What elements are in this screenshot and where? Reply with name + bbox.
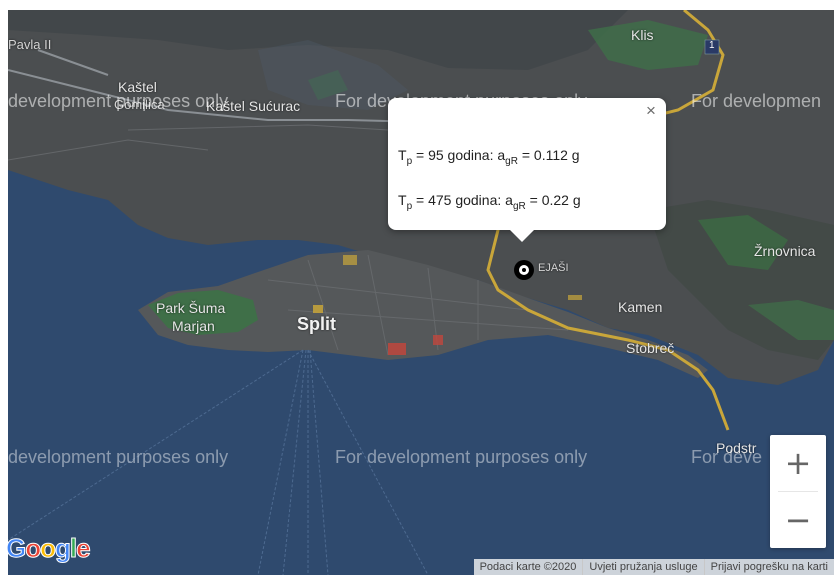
line2-prefix: T — [398, 192, 407, 208]
info-window-tail — [510, 230, 534, 242]
route-shield-label: 1 — [709, 40, 715, 51]
map-view[interactable]: Pavla II Klis Kaštel Gomilica Kaštel Suć… — [8, 10, 834, 575]
line1-value: = 0.112 g — [517, 147, 580, 163]
zoom-control: + − — [770, 435, 826, 548]
report-error-link[interactable]: Prijavi pogrešku na karti — [703, 559, 834, 575]
place-label-split: Split — [297, 314, 336, 334]
line2-subscript-agr: gR — [512, 201, 526, 212]
return-period-95-line: Tp = 95 godina: agR = 0.112 g — [398, 147, 580, 167]
watermark-text: For development purposes only — [335, 447, 588, 467]
zoom-in-button[interactable]: + — [770, 435, 826, 491]
return-period-475-line: Tp = 475 godina: agR = 0.22 g — [398, 192, 581, 212]
line1-subscript-agr: gR — [505, 156, 518, 167]
place-label-zrnovnica: Žrnovnica — [754, 243, 816, 259]
place-label-park-line2: Marjan — [172, 318, 215, 334]
watermark-text: For deve — [691, 447, 763, 467]
close-icon[interactable]: × — [642, 102, 660, 120]
place-label-park-line1: Park Šuma — [156, 300, 226, 316]
watermark-text: For developmen — [691, 91, 822, 111]
location-marker[interactable] — [514, 260, 534, 280]
place-label-stobrec: Stobreč — [626, 340, 675, 356]
place-label-neighborhood: EJAŠI — [538, 262, 569, 274]
logo-letter: G — [5, 533, 26, 564]
terms-link[interactable]: Uvjeti pružanja usluge — [582, 559, 703, 575]
watermark-text: development purposes only — [8, 447, 229, 467]
map-data-credit[interactable]: Podaci karte ©2020 — [474, 559, 583, 575]
place-label-kamen: Kamen — [618, 299, 663, 315]
logo-letter: o — [25, 533, 42, 564]
watermark-text: development purposes only — [8, 91, 229, 111]
place-label-klis: Klis — [631, 27, 654, 43]
line2-value: = 0.22 g — [525, 192, 581, 208]
info-window: × Tp = 95 godina: agR = 0.112 g Tp = 475… — [388, 98, 666, 242]
map-attribution: Podaci karte ©2020 Uvjeti pružanja uslug… — [473, 559, 834, 575]
logo-letter: o — [40, 533, 57, 564]
line1-mid: = 95 godina: a — [412, 147, 506, 163]
place-label-pavla: Pavla II — [8, 37, 52, 52]
zoom-out-button[interactable]: − — [770, 492, 826, 548]
logo-letter: g — [55, 533, 72, 564]
google-logo[interactable]: Google — [5, 533, 92, 564]
logo-letter: e — [76, 533, 92, 564]
line2-mid: = 475 godina: a — [412, 192, 513, 208]
line1-prefix: T — [398, 147, 407, 163]
